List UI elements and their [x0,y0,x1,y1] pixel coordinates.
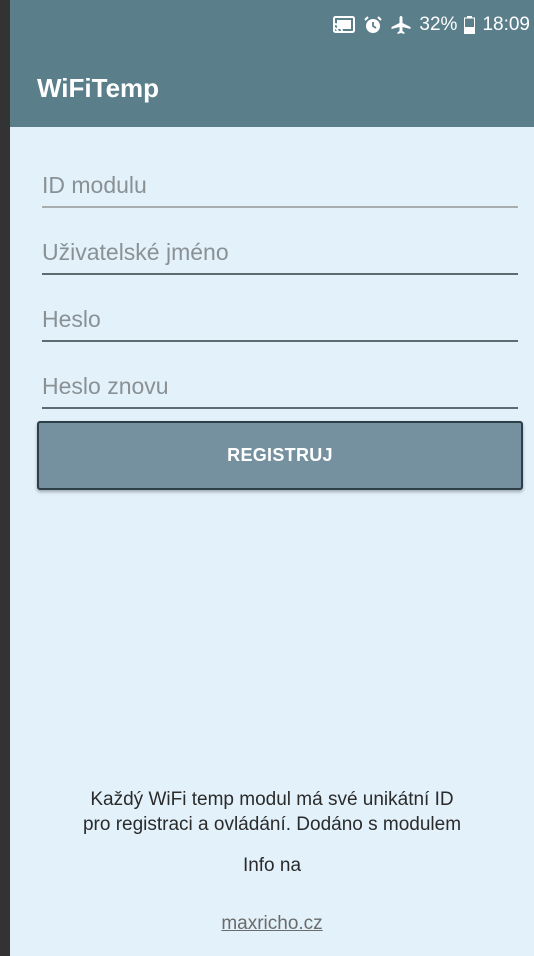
airplane-icon [390,15,412,35]
alarm-icon [363,15,383,35]
status-bar: 32% 18:09 [10,0,534,57]
password-again-field[interactable] [42,365,518,409]
battery-icon [464,16,476,34]
cast-icon [332,15,356,35]
description-line-1: Každý WiFi temp modul má své unikátní ID [90,789,454,810]
battery-percent: 32% [419,14,458,35]
clock: 18:09 [482,14,530,35]
username-field[interactable] [42,231,518,275]
website-link-row: maxricho.cz [10,913,534,935]
website-link[interactable]: maxricho.cz [221,913,322,934]
app-screen: 32% 18:09 WiFiTemp REGISTRUJ Každý WiFi … [10,0,534,956]
password-field[interactable] [42,298,518,342]
module-id-field[interactable] [42,164,518,208]
app-bar: WiFiTemp [10,57,534,127]
info-label: Info na [242,855,302,876]
app-title: WiFiTemp [37,73,160,103]
status-icons: 32% 18:09 [332,14,530,36]
register-button[interactable]: REGISTRUJ [37,421,523,490]
description-line-2: pro registraci a ovládání. Dodáno s modu… [82,814,462,835]
